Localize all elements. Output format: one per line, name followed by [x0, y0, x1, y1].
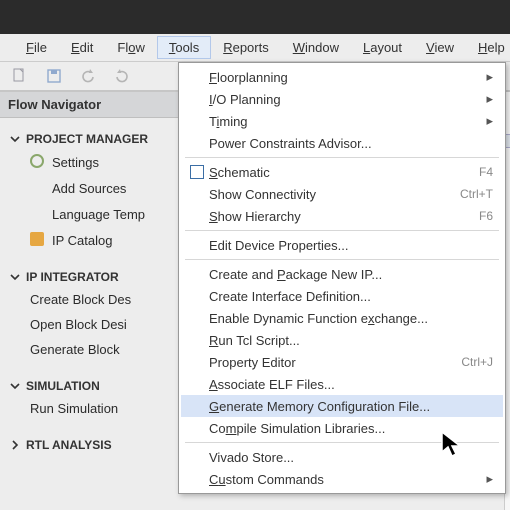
chevron-down-icon	[10, 134, 20, 144]
menu-power-constraints[interactable]: Power Constraints Advisor...	[181, 132, 503, 154]
submenu-arrow-icon: ▸	[483, 113, 493, 129]
window-titlebar	[0, 0, 510, 34]
ip-icon	[30, 232, 46, 248]
menu-edit[interactable]: Edit	[59, 36, 105, 59]
schematic-icon	[185, 165, 209, 179]
submenu-arrow-icon: ▸	[483, 91, 493, 107]
flow-navigator-title: Flow Navigator	[8, 97, 101, 112]
menu-create-interface-def[interactable]: Create Interface Definition...	[181, 285, 503, 307]
submenu-arrow-icon: ▸	[483, 69, 493, 85]
menu-floorplanning[interactable]: Floorplanning ▸	[181, 66, 503, 88]
menu-flow[interactable]: Flow	[105, 36, 156, 59]
cursor-pointer-icon	[440, 430, 466, 460]
blank-icon	[30, 206, 46, 222]
menu-window[interactable]: Window	[281, 36, 351, 59]
menu-associate-elf[interactable]: Associate ELF Files...	[181, 373, 503, 395]
menu-create-package-ip[interactable]: Create and Package New IP...	[181, 263, 503, 285]
menu-separator	[185, 259, 499, 260]
menu-separator	[185, 157, 499, 158]
chevron-down-icon	[10, 272, 20, 282]
new-icon[interactable]	[12, 68, 28, 84]
gear-icon	[30, 154, 46, 170]
menu-separator	[185, 230, 499, 231]
menu-reports[interactable]: Reports	[211, 36, 281, 59]
menu-generate-memory-config[interactable]: Generate Memory Configuration File...	[181, 395, 503, 417]
menu-file[interactable]: File	[14, 36, 59, 59]
menu-show-hierarchy[interactable]: Show Hierarchy F6	[181, 205, 503, 227]
menubar: File Edit Flow Tools Reports Window Layo…	[0, 34, 510, 62]
undo-icon[interactable]	[80, 68, 96, 84]
save-icon[interactable]	[46, 68, 62, 84]
menu-show-connectivity[interactable]: Show Connectivity Ctrl+T	[181, 183, 503, 205]
menu-enable-dfx[interactable]: Enable Dynamic Function exchange...	[181, 307, 503, 329]
menu-layout[interactable]: Layout	[351, 36, 414, 59]
menu-view[interactable]: View	[414, 36, 466, 59]
redo-icon[interactable]	[114, 68, 130, 84]
submenu-arrow-icon: ▸	[483, 471, 493, 487]
chevron-down-icon	[10, 381, 20, 391]
blank-icon	[30, 180, 46, 196]
menu-edit-device-properties[interactable]: Edit Device Properties...	[181, 234, 503, 256]
menu-custom-commands[interactable]: Custom Commands ▸	[181, 468, 503, 490]
menu-tools[interactable]: Tools	[157, 36, 211, 59]
menu-schematic[interactable]: Schematic F4	[181, 161, 503, 183]
menu-timing[interactable]: Timing ▸	[181, 110, 503, 132]
chevron-right-icon	[10, 440, 20, 450]
menu-help[interactable]: Help	[466, 36, 510, 59]
menu-run-tcl[interactable]: Run Tcl Script...	[181, 329, 503, 351]
menu-io-planning[interactable]: I/O Planning ▸	[181, 88, 503, 110]
menu-property-editor[interactable]: Property Editor Ctrl+J	[181, 351, 503, 373]
